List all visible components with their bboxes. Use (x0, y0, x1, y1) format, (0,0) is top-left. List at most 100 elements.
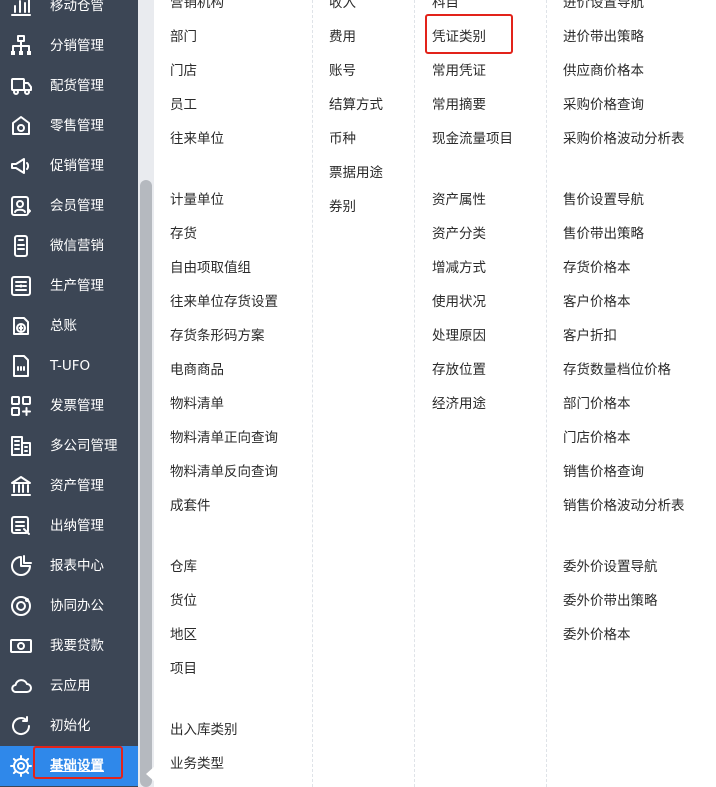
sidebar-item[interactable]: 出纳管理 (0, 506, 138, 546)
menu-link[interactable]: 自由项取值组 (170, 258, 251, 278)
sidebar-item-label: 协同办公 (50, 598, 104, 614)
sidebar-item[interactable]: T-UFO (0, 346, 138, 386)
sidebar-item[interactable]: 分销管理 (0, 26, 138, 66)
menu-link[interactable]: 门店价格本 (563, 428, 631, 448)
menu-link[interactable]: 货位 (170, 591, 197, 611)
sidebar-item-label: 生产管理 (50, 278, 104, 294)
menu-link[interactable]: 科目 (432, 0, 459, 13)
sidebar-item-label: 我要贷款 (50, 638, 104, 654)
menu-link[interactable]: 物料清单正向查询 (170, 428, 278, 448)
menu-link[interactable]: 项目 (170, 659, 197, 679)
menu-link[interactable]: 员工 (170, 95, 197, 115)
menu-link[interactable]: 售价带出策略 (563, 224, 644, 244)
ledger-icon (9, 314, 33, 338)
sidebar-item-label: 发票管理 (50, 398, 104, 414)
menu-link[interactable]: 资产属性 (432, 190, 486, 210)
member-card-icon (9, 194, 33, 218)
phone-icon (9, 234, 33, 258)
menu-link[interactable]: 存货价格本 (563, 258, 631, 278)
refresh-icon (9, 714, 33, 738)
menu-link[interactable]: 经济用途 (432, 394, 486, 414)
menu-link[interactable]: 增减方式 (432, 258, 486, 278)
menu-link[interactable]: 资产分类 (432, 224, 486, 244)
sidebar-item[interactable]: 发票管理 (0, 386, 138, 426)
scrollbar-thumb[interactable] (140, 180, 152, 787)
menu-link[interactable]: 部门 (170, 27, 197, 47)
menu-link[interactable]: 物料清单反向查询 (170, 462, 278, 482)
menu-link[interactable]: 地区 (170, 625, 197, 645)
sidebar-item-label: 移动仓管 (50, 0, 104, 14)
sidebar-item[interactable]: 生产管理 (0, 266, 138, 306)
menu-link[interactable]: 销售价格查询 (563, 462, 644, 482)
menu-link[interactable]: 电商商品 (170, 360, 224, 380)
sidebar-scrollbar[interactable] (138, 0, 154, 787)
menu-link[interactable]: 存货条形码方案 (170, 326, 265, 346)
menu-link[interactable]: 成套件 (170, 496, 211, 516)
menu-link[interactable]: 往来单位存货设置 (170, 292, 278, 312)
shop-icon (9, 114, 33, 138)
menu-link[interactable]: 进价设置导航 (563, 0, 644, 13)
sidebar-item[interactable]: 促销管理 (0, 146, 138, 186)
menu-link[interactable]: 费用 (329, 27, 356, 47)
sidebar-item[interactable]: 总账 (0, 306, 138, 346)
menu-link[interactable]: 币种 (329, 129, 356, 149)
menu-link[interactable]: 营销机构 (170, 0, 224, 13)
menu-link[interactable]: 结算方式 (329, 95, 383, 115)
menu-link[interactable]: 计量单位 (170, 190, 224, 210)
active-item-pointer (146, 766, 155, 782)
menu-link[interactable]: 采购价格波动分析表 (563, 129, 685, 149)
sidebar-item[interactable]: 移动仓管 (0, 0, 138, 26)
menu-link[interactable]: 券别 (329, 197, 356, 217)
column-divider (414, 0, 415, 787)
menu-link[interactable]: 处理原因 (432, 326, 486, 346)
menu-link[interactable]: 存货 (170, 224, 197, 244)
invoice-grid-icon (9, 394, 33, 418)
menu-link[interactable]: 业务类型 (170, 754, 224, 774)
menu-link[interactable]: 部门价格本 (563, 394, 631, 414)
menu-link[interactable]: 供应商价格本 (563, 61, 644, 81)
sidebar-item[interactable]: 多公司管理 (0, 426, 138, 466)
menu-link[interactable]: 仓库 (170, 557, 197, 577)
sidebar-item-label: 微信营销 (50, 238, 104, 254)
sidebar-item-label: 会员管理 (50, 198, 104, 214)
menu-link[interactable]: 委外价带出策略 (563, 591, 658, 611)
sidebar-item[interactable]: 会员管理 (0, 186, 138, 226)
sidebar-item[interactable]: 微信营销 (0, 226, 138, 266)
menu-link[interactable]: 收入 (329, 0, 356, 13)
menu-link[interactable]: 使用状况 (432, 292, 486, 312)
menu-link[interactable]: 客户价格本 (563, 292, 631, 312)
menu-link[interactable]: 存放位置 (432, 360, 486, 380)
sidebar-item[interactable]: 我要贷款 (0, 626, 138, 666)
menu-link[interactable]: 委外价设置导航 (563, 557, 658, 577)
menu-link[interactable]: 门店 (170, 61, 197, 81)
menu-link[interactable]: 售价设置导航 (563, 190, 644, 210)
menu-link[interactable]: 往来单位 (170, 129, 224, 149)
sidebar-nav: 移动仓管分销管理 配货管理 零售管理 促销管理会员管理微信营销生产管理总账 T-UFO 发… (0, 0, 138, 787)
sidebar-item[interactable]: 初始化 (0, 706, 138, 746)
menu-link[interactable]: 常用摘要 (432, 95, 486, 115)
menu-link[interactable]: 销售价格波动分析表 (563, 496, 685, 516)
sidebar-item-label: 多公司管理 (50, 438, 118, 454)
menu-link[interactable]: 存货数量档位价格 (563, 360, 671, 380)
menu-link[interactable]: 进价带出策略 (563, 27, 644, 47)
menu-link[interactable]: 委外价格本 (563, 625, 631, 645)
menu-link[interactable]: 物料清单 (170, 394, 224, 414)
collaboration-icon (9, 594, 33, 618)
truck-icon (9, 74, 33, 98)
menu-link[interactable]: 票据用途 (329, 163, 383, 183)
ufo-file-icon (9, 354, 33, 378)
menu-link[interactable]: 采购价格查询 (563, 95, 644, 115)
menu-link[interactable]: 账号 (329, 61, 356, 81)
sidebar-item[interactable]: 资产管理 (0, 466, 138, 506)
sidebar-item[interactable]: 协同办公 (0, 586, 138, 626)
production-icon (9, 274, 33, 298)
sidebar-item[interactable]: 云应用 (0, 666, 138, 706)
menu-link[interactable]: 客户折扣 (563, 326, 617, 346)
sidebar-item[interactable]: 零售管理 (0, 106, 138, 146)
sidebar-item[interactable]: 报表中心 (0, 546, 138, 586)
menu-link[interactable]: 现金流量项目 (432, 129, 513, 149)
menu-link[interactable]: 出入库类别 (170, 720, 238, 740)
chart-bar-icon (9, 0, 33, 18)
menu-link[interactable]: 常用凭证 (432, 61, 486, 81)
sidebar-item[interactable]: 配货管理 (0, 66, 138, 106)
